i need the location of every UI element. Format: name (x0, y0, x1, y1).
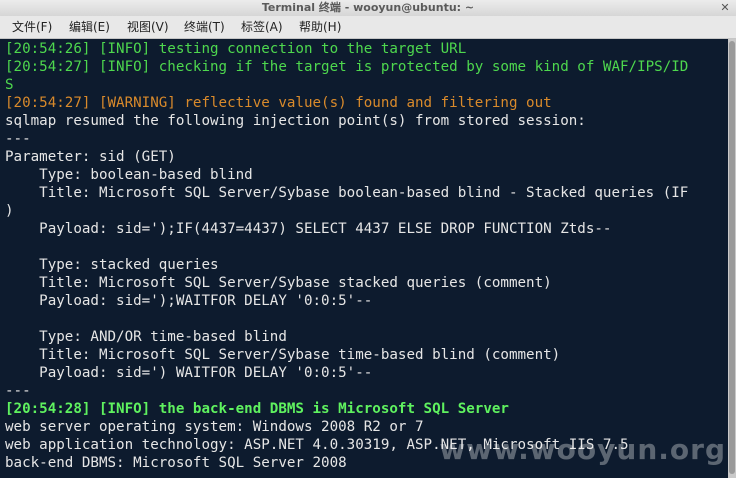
menu-help[interactable]: 帮助(H) (299, 16, 341, 38)
terminal-line: [20:54:26] [INFO] testing connection to … (5, 41, 467, 57)
close-icon[interactable]: ✕ (718, 1, 732, 15)
menu-bar: 文件(F) 编辑(E) 视图(V) 终端(T) 标签(A) 帮助(H) (0, 16, 736, 39)
terminal-line: [20:54:28] [INFO] the back-end DBMS is M… (5, 401, 509, 417)
terminal-line: ) (5, 203, 14, 219)
scrollbar-thumb[interactable] (729, 41, 735, 474)
terminal-output[interactable]: [20:54:26] [INFO] testing connection to … (0, 39, 728, 478)
terminal-line: Type: boolean-based blind (5, 167, 253, 183)
terminal-line: back-end DBMS: Microsoft SQL Server 2008 (5, 455, 347, 471)
title-bar: Terminal 终端 - wooyun@ubuntu: ~ ✕ (0, 0, 736, 17)
terminal-line: [20:54:27] [INFO] checking if the target… (5, 59, 689, 75)
terminal-line: Title: Microsoft SQL Server/Sybase stack… (5, 275, 552, 291)
terminal-line: Payload: sid=') WAITFOR DELAY '0:0:5'-- (5, 365, 373, 381)
menu-file[interactable]: 文件(F) (12, 16, 52, 38)
terminal-line: Title: Microsoft SQL Server/Sybase boole… (5, 185, 689, 201)
terminal-line: Parameter: sid (GET) (5, 149, 176, 165)
watermark: www.wooyun.org (439, 433, 726, 466)
terminal-line: Title: Microsoft SQL Server/Sybase time-… (5, 347, 561, 363)
menu-terminal[interactable]: 终端(T) (184, 16, 225, 38)
terminal-line: sqlmap resumed the following injection p… (5, 113, 586, 129)
terminal-line: Payload: sid=');IF(4437=4437) SELECT 443… (5, 221, 612, 237)
menu-tabs[interactable]: 标签(A) (241, 16, 283, 38)
terminal-line: Type: stacked queries (5, 257, 219, 273)
terminal-line: web server operating system: Windows 200… (5, 419, 424, 435)
menu-edit[interactable]: 编辑(E) (69, 16, 110, 38)
menu-view[interactable]: 视图(V) (127, 16, 169, 38)
terminal-line: S (5, 77, 14, 93)
terminal-line: Type: AND/OR time-based blind (5, 329, 287, 345)
terminal-line: --- (5, 383, 31, 399)
window-title: Terminal 终端 - wooyun@ubuntu: ~ (261, 1, 475, 14)
terminal-line: Payload: sid=');WAITFOR DELAY '0:0:5'-- (5, 293, 373, 309)
terminal-scrollbar[interactable] (728, 39, 736, 478)
terminal-line: --- (5, 131, 31, 147)
terminal-line: [20:54:27] [WARNING] reflective value(s)… (5, 95, 552, 111)
